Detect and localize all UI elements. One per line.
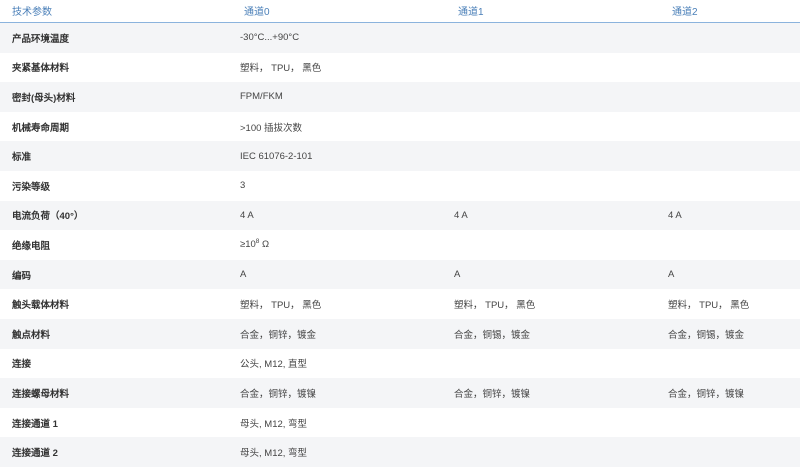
- channel-0-cell: 母头, M12, 弯型: [232, 437, 446, 467]
- param-cell: 机械寿命周期: [0, 111, 232, 142]
- table-row: 连接螺母材料 合金，铜锌，镀镍 合金，铜锌，镀镍 合金，铜锌，镀镍: [0, 378, 800, 408]
- channel-1-cell: [446, 407, 660, 438]
- table-row: 产品环境温度 -30°C...+90°C: [0, 22, 800, 53]
- table-row: 密封(母头)材料 FPM/FKM: [0, 82, 800, 112]
- table-row: 连接通道 1 母头, M12, 弯型: [0, 407, 800, 438]
- channel-1-cell: 4 A: [446, 200, 660, 231]
- channel-2-cell: 4 A: [660, 200, 800, 231]
- channel-2-cell: [660, 230, 800, 260]
- channel-2-cell: [660, 348, 800, 379]
- table-row: 电流负荷（40°） 4 A 4 A 4 A: [0, 200, 800, 231]
- channel-2-cell: [660, 407, 800, 438]
- table-row: 触头载体材料 塑料， TPU， 黑色 塑料， TPU， 黑色 塑料， TPU， …: [0, 289, 800, 319]
- table-row: 绝缘电阻 ≥108 Ω: [0, 230, 800, 260]
- table-row: 触点材料 合金，铜锌，镀金 合金，铜锡，镀金 合金，铜锡，镀金: [0, 318, 800, 349]
- channel-2-cell: [660, 52, 800, 83]
- param-cell: 触头载体材料: [0, 289, 232, 319]
- channel-0-cell: FPM/FKM: [232, 82, 446, 112]
- channel-2-cell: [660, 82, 800, 112]
- header-row: 技术参数 通道0 通道1 通道2: [0, 0, 800, 23]
- channel-0-cell: A: [232, 259, 446, 290]
- table-row: 夹紧基体材料 塑料， TPU， 黑色: [0, 52, 800, 83]
- channel-2-cell: [660, 170, 800, 201]
- channel-0-cell: 塑料， TPU， 黑色: [232, 52, 446, 83]
- param-cell: 编码: [0, 259, 232, 290]
- channel-0-cell: 合金，铜锌，镀镍: [232, 378, 446, 408]
- channel-1-cell: [446, 348, 660, 379]
- channel-2-cell: A: [660, 259, 800, 290]
- param-cell: 连接: [0, 348, 232, 379]
- param-cell: 连接螺母材料: [0, 378, 232, 408]
- channel-2-cell: [660, 141, 800, 171]
- channel-0-cell: 3: [232, 170, 446, 201]
- channel-0-cell: 公头, M12, 直型: [232, 348, 446, 379]
- param-cell: 绝缘电阻: [0, 230, 232, 260]
- param-cell: 连接通道 1: [0, 407, 232, 438]
- param-cell: 触点材料: [0, 318, 232, 349]
- channel-2-cell: [660, 22, 800, 53]
- channel-1-cell: [446, 230, 660, 260]
- column-header-channel-1: 通道1: [446, 0, 660, 23]
- channel-1-cell: [446, 141, 660, 171]
- column-header-param: 技术参数: [0, 0, 232, 23]
- param-cell: 污染等级: [0, 170, 232, 201]
- channel-2-cell: 塑料， TPU， 黑色: [660, 289, 800, 319]
- column-header-channel-2: 通道2: [660, 0, 800, 23]
- channel-2-cell: 合金，铜锌，镀镍: [660, 378, 800, 408]
- channel-0-cell: 合金，铜锌，镀金: [232, 318, 446, 349]
- param-cell: 密封(母头)材料: [0, 82, 232, 112]
- channel-1-cell: 合金，铜锡，镀金: [446, 318, 660, 349]
- channel-0-cell: 塑料， TPU， 黑色: [232, 289, 446, 319]
- channel-2-cell: 合金，铜锡，镀金: [660, 318, 800, 349]
- channel-1-cell: [446, 437, 660, 467]
- table-row: 标准 IEC 61076-2-101: [0, 141, 800, 171]
- param-cell: 连接通道 2: [0, 437, 232, 467]
- insulation-unit: Ω: [259, 239, 270, 251]
- param-cell: 产品环境温度: [0, 22, 232, 53]
- channel-0-cell: ≥108 Ω: [232, 230, 446, 260]
- table-body: 产品环境温度 -30°C...+90°C 夹紧基体材料 塑料， TPU， 黑色 …: [0, 22, 800, 467]
- table-row: 机械寿命周期 >100 插拔次数: [0, 111, 800, 142]
- table-row: 连接 公头, M12, 直型: [0, 348, 800, 379]
- column-header-channel-0: 通道0: [232, 0, 446, 23]
- channel-0-cell: >100 插拔次数: [232, 111, 446, 142]
- channel-1-cell: [446, 52, 660, 83]
- channel-1-cell: 塑料， TPU， 黑色: [446, 289, 660, 319]
- channel-1-cell: A: [446, 259, 660, 290]
- param-cell: 标准: [0, 141, 232, 171]
- channel-1-cell: [446, 22, 660, 53]
- channel-1-cell: [446, 170, 660, 201]
- param-cell: 夹紧基体材料: [0, 52, 232, 83]
- channel-0-cell: -30°C...+90°C: [232, 22, 446, 53]
- channel-2-cell: [660, 111, 800, 142]
- channel-0-cell: IEC 61076-2-101: [232, 141, 446, 171]
- table-row: 连接通道 2 母头, M12, 弯型: [0, 437, 800, 467]
- channel-2-cell: [660, 437, 800, 467]
- channel-0-cell: 4 A: [232, 200, 446, 231]
- channel-0-cell: 母头, M12, 弯型: [232, 407, 446, 438]
- channel-1-cell: [446, 82, 660, 112]
- param-cell: 电流负荷（40°）: [0, 200, 232, 231]
- table-row: 污染等级 3: [0, 170, 800, 201]
- insulation-prefix: ≥10: [240, 239, 256, 251]
- table-header: 技术参数 通道0 通道1 通道2: [0, 0, 800, 23]
- channel-1-cell: [446, 111, 660, 142]
- table-row: 编码 A A A: [0, 259, 800, 290]
- channel-1-cell: 合金，铜锌，镀镍: [446, 378, 660, 408]
- spec-table: 技术参数 通道0 通道1 通道2 产品环境温度 -30°C...+90°C 夹紧…: [0, 0, 800, 467]
